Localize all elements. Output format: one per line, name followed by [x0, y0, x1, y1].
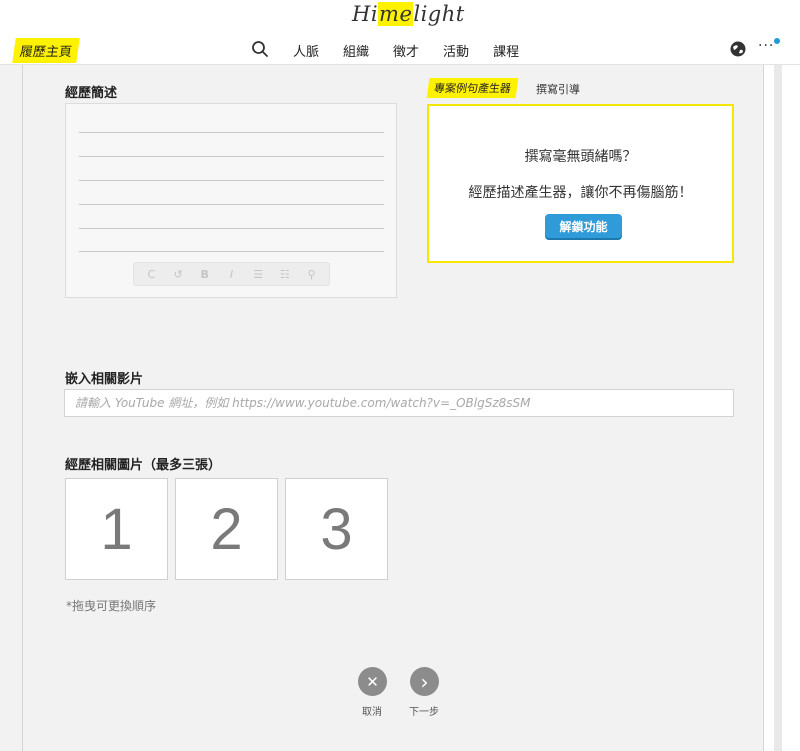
- redo-icon[interactable]: C: [143, 266, 159, 282]
- editor-line: [79, 204, 384, 205]
- nav-item-courses[interactable]: 課程: [493, 41, 519, 60]
- bold-icon[interactable]: B: [197, 266, 213, 282]
- more-label: ···: [758, 38, 775, 54]
- scrollbar[interactable]: [774, 65, 782, 751]
- summary-title: 經歷簡述: [65, 86, 118, 101]
- nav-item-connections[interactable]: 人脈: [293, 41, 319, 60]
- tab-writing-guide[interactable]: 撰寫引導: [536, 81, 580, 97]
- search-icon[interactable]: [251, 40, 269, 58]
- link-icon[interactable]: ⚲: [304, 266, 320, 282]
- video-title: 嵌入相關影片: [65, 372, 144, 387]
- reorder-hint: *拖曳可更換順序: [66, 599, 157, 613]
- editor-line: [79, 228, 384, 229]
- generator-description: 經歷描述產生器，讓你不再傷腦筋！: [468, 185, 693, 201]
- cancel-button[interactable]: ✕: [358, 667, 387, 696]
- photo-slot-1[interactable]: 1: [65, 478, 168, 580]
- summary-editor[interactable]: C ↺ B I ☰ ☷ ⚲: [65, 103, 397, 298]
- editor-line: [79, 180, 384, 181]
- nav-bar: 履歷主頁 人脈 組織 徵才 活動 課程 ···: [0, 34, 800, 65]
- italic-icon[interactable]: I: [223, 266, 239, 282]
- photos-title: 經歷相關圖片（最多三張）: [65, 458, 222, 473]
- next-button[interactable]: ›: [410, 667, 439, 696]
- youtube-url-input[interactable]: [64, 389, 734, 417]
- unlock-feature-button[interactable]: 解鎖功能: [545, 214, 622, 238]
- close-icon: ✕: [366, 672, 379, 691]
- editor-line: [79, 251, 384, 252]
- nav-item-jobs[interactable]: 徵才: [393, 41, 419, 60]
- nav-menu: 人脈 組織 徵才 活動 課程: [293, 41, 519, 60]
- more-menu-button[interactable]: ···: [758, 38, 781, 54]
- editor-toolbar: C ↺ B I ☰ ☷ ⚲: [133, 262, 330, 286]
- photo-slot-2[interactable]: 2: [175, 478, 278, 580]
- chevron-right-icon: ›: [420, 669, 429, 694]
- next-label: 下一步: [409, 707, 439, 718]
- logo-bar: Himelight: [0, 0, 800, 34]
- editor-line: [79, 132, 384, 133]
- bullet-list-icon[interactable]: ☰: [250, 266, 266, 282]
- globe-icon[interactable]: [729, 40, 747, 58]
- resume-home-link[interactable]: 履歷主頁: [12, 38, 80, 63]
- logo-part: Hi: [352, 2, 379, 26]
- numbered-list-icon[interactable]: ☷: [277, 266, 293, 282]
- editor-line: [79, 156, 384, 157]
- tab-example-generator[interactable]: 專案例句產生器: [426, 78, 519, 98]
- logo-part: light: [413, 2, 465, 26]
- nav-item-events[interactable]: 活動: [443, 41, 469, 60]
- generator-panel: 撰寫毫無頭緒嗎？ 經歷描述產生器，讓你不再傷腦筋！ 解鎖功能: [427, 104, 734, 263]
- undo-icon[interactable]: ↺: [170, 266, 186, 282]
- logo-highlight: me: [378, 2, 414, 26]
- nav-item-organizations[interactable]: 組織: [343, 41, 369, 60]
- notification-dot: [774, 38, 781, 44]
- logo[interactable]: Himelight: [352, 2, 465, 26]
- photo-slot-3[interactable]: 3: [285, 478, 388, 580]
- cancel-label: 取消: [362, 707, 382, 718]
- right-gutter: [764, 65, 800, 751]
- generator-question: 撰寫毫無頭緒嗎？: [524, 149, 637, 165]
